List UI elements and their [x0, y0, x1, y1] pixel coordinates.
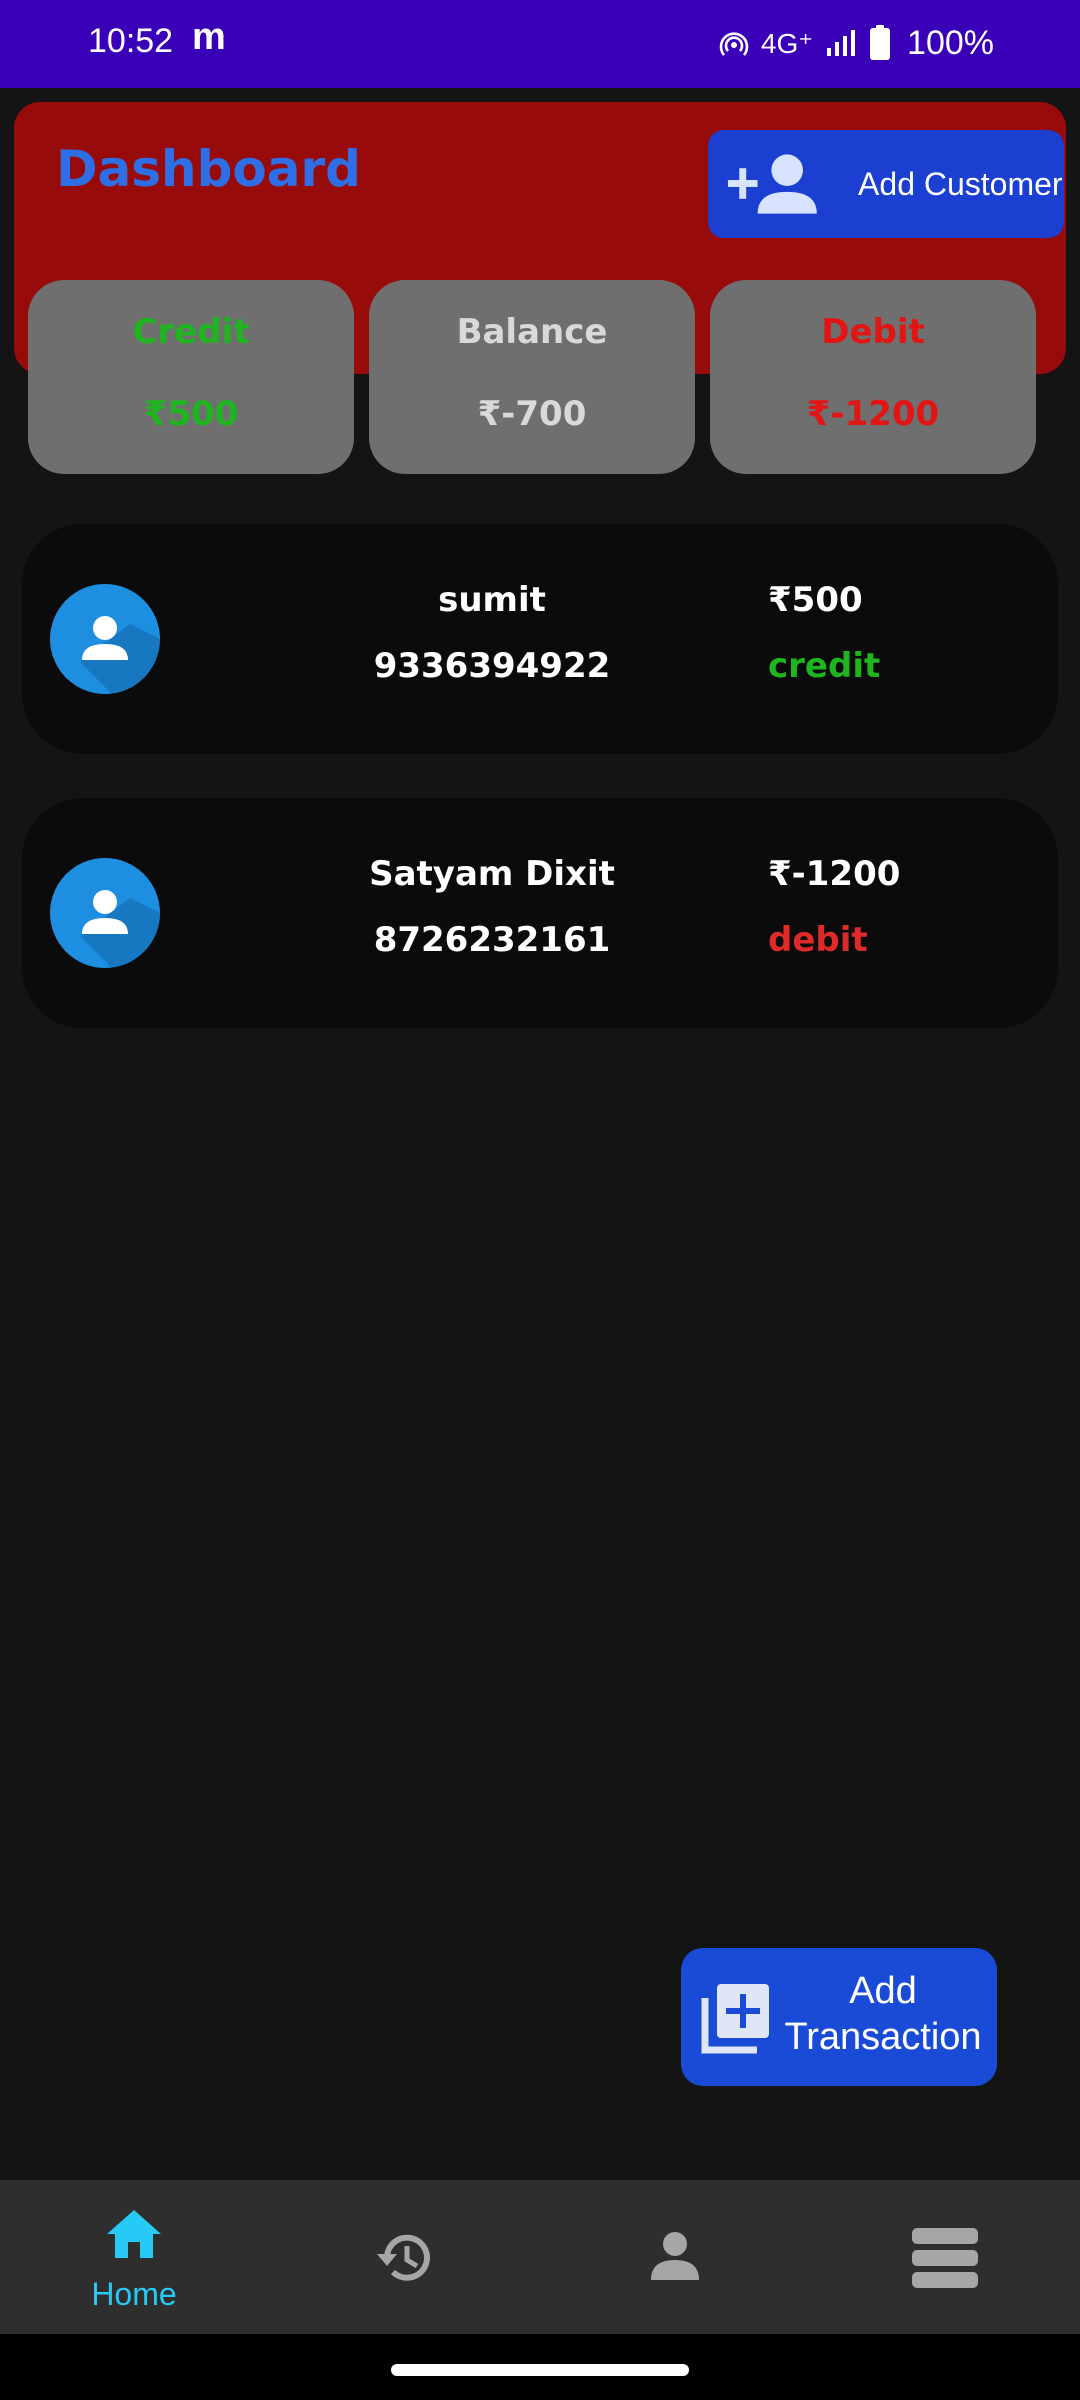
avatar — [50, 584, 160, 694]
gesture-bar-area — [0, 2334, 1080, 2400]
customer-phone: 8726232161 — [373, 920, 611, 960]
add-transaction-button[interactable]: Add Transaction — [681, 1948, 997, 2086]
customer-card[interactable]: Satyam Dixit 8726232161 ₹-1200 debit — [22, 798, 1058, 1028]
signal-icon — [827, 30, 856, 56]
status-time: 10:52 — [88, 22, 174, 60]
add-person-icon — [727, 154, 817, 214]
person-avatar-icon — [80, 616, 160, 694]
avatar — [50, 858, 160, 968]
nav-history[interactable] — [305, 2180, 505, 2334]
customer-name: Satyam Dixit — [369, 854, 615, 894]
person-avatar-icon — [80, 890, 160, 968]
debit-label: Debit — [821, 312, 925, 352]
balance-value: ₹-700 — [477, 394, 587, 434]
add-transaction-label: Add Transaction — [784, 1970, 982, 2058]
customer-amount: ₹-1200 — [768, 854, 901, 894]
customer-card[interactable]: sumit 9336394922 ₹500 credit — [22, 524, 1058, 754]
page-title: Dashboard — [56, 140, 361, 198]
home-gesture-handle[interactable] — [391, 2364, 689, 2376]
add-box-icon — [701, 1984, 769, 2054]
add-customer-label: Add Customer — [858, 166, 1063, 202]
customer-amount: ₹500 — [768, 580, 863, 620]
customer-phone: 9336394922 — [373, 646, 611, 686]
person-icon — [651, 2232, 699, 2280]
dashboard-screen: 10:52 m 4G⁺ 100% Dashboard Add Customer … — [0, 0, 1080, 2400]
nav-home-label: Home — [91, 2276, 177, 2312]
customer-name: sumit — [438, 580, 546, 620]
balance-label: Balance — [456, 312, 608, 352]
battery-icon — [870, 25, 891, 60]
customer-type: debit — [768, 920, 868, 960]
home-icon — [107, 2210, 161, 2258]
battery-percent: 100% — [907, 23, 994, 62]
customer-type: credit — [768, 646, 881, 686]
balance-summary-card: Balance ₹-700 — [369, 280, 695, 474]
nav-profile[interactable] — [575, 2180, 775, 2334]
menu-icon — [912, 2228, 978, 2288]
debit-summary-card: Debit ₹-1200 — [710, 280, 1036, 474]
credit-summary-card: Credit ₹500 — [28, 280, 354, 474]
add-customer-button[interactable]: Add Customer — [708, 130, 1064, 238]
credit-label: Credit — [132, 312, 250, 352]
history-icon — [377, 2234, 430, 2281]
credit-value: ₹500 — [143, 394, 239, 434]
nav-home[interactable]: Home — [34, 2180, 234, 2334]
network-type: 4G⁺ — [760, 27, 814, 59]
nav-menu[interactable] — [845, 2180, 1045, 2334]
debit-value: ₹-1200 — [806, 394, 940, 434]
hotspot-icon — [719, 32, 749, 56]
status-indicators: 4G⁺ 100% — [719, 18, 994, 68]
status-bar: 10:52 m 4G⁺ 100% — [0, 0, 1080, 88]
app-notification-icon: m — [192, 16, 226, 58]
bottom-navigation: Home — [0, 2180, 1080, 2334]
